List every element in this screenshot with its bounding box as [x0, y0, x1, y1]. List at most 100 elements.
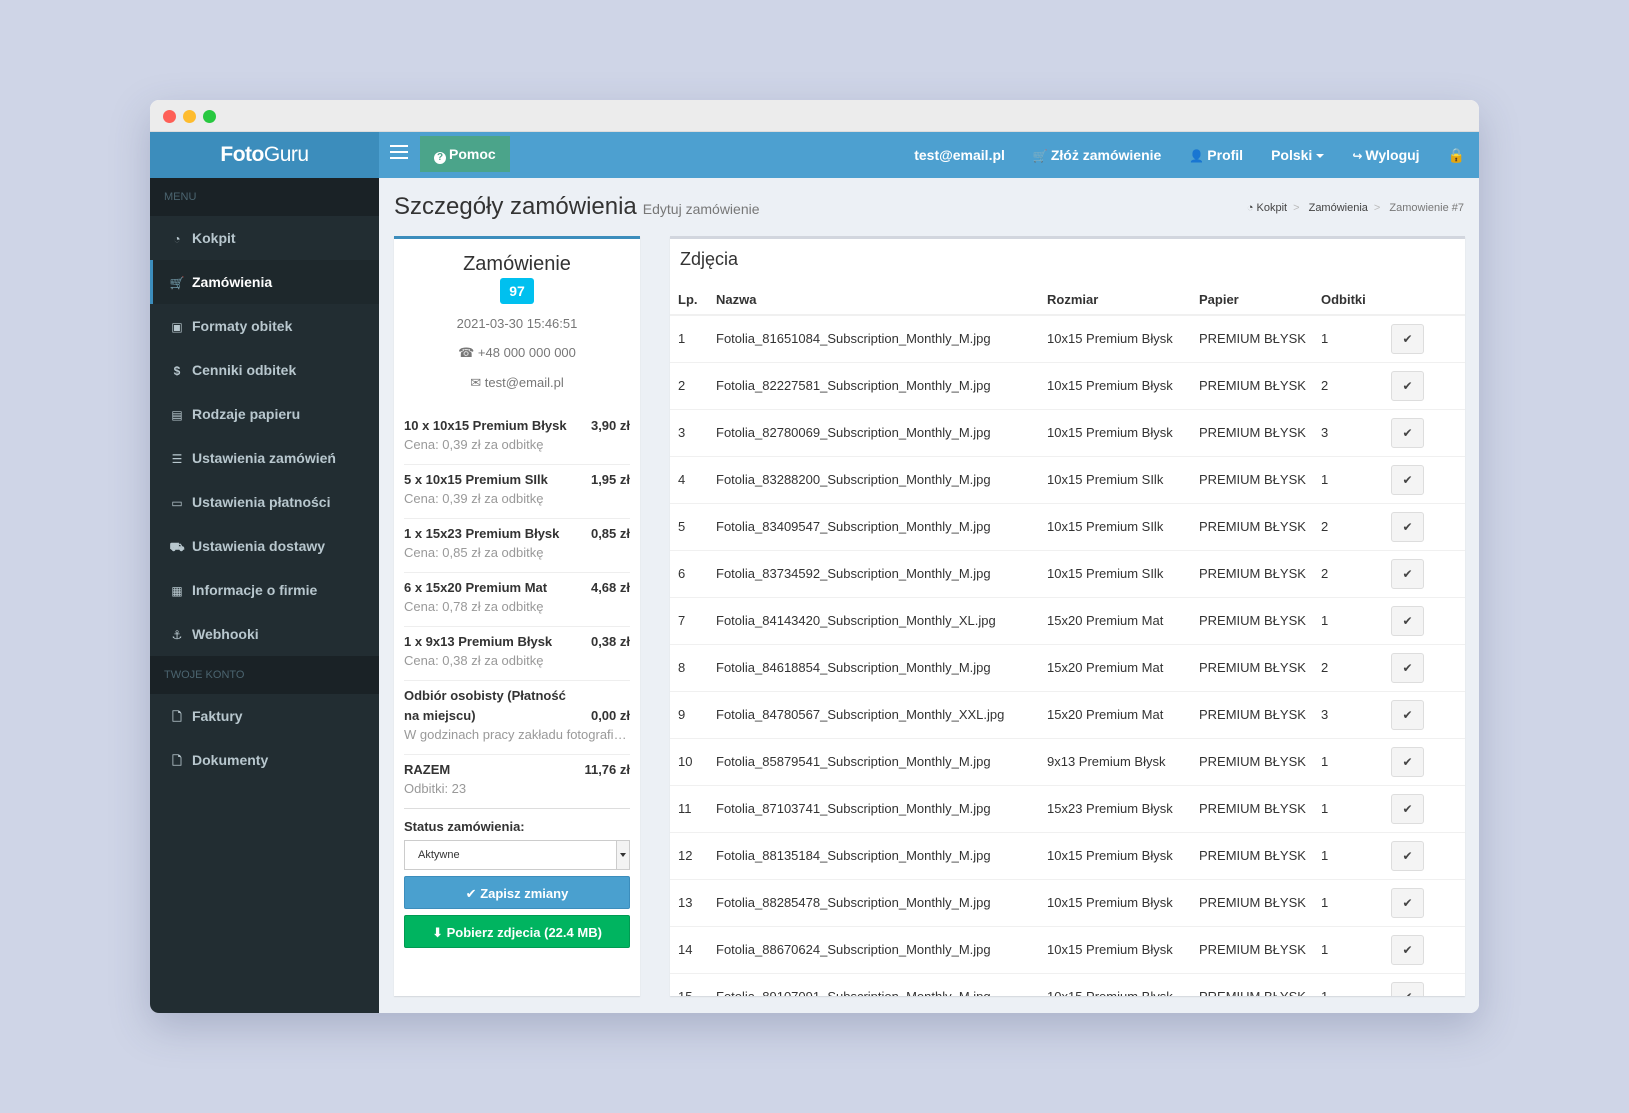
maximize-window-button[interactable] — [203, 110, 216, 123]
page-title-text: Szczegóły zamówienia — [394, 193, 637, 220]
row-action-cell: ✔ — [1383, 503, 1465, 551]
file-icon: 🗋 — [172, 710, 182, 724]
language-dropdown[interactable]: Polski — [1257, 147, 1338, 163]
sidebar-item-ustawienia-zamowien[interactable]: ☰ Ustawienia zamówień — [150, 436, 379, 480]
sidebar-item-formaty[interactable]: ▣ Formaty obitek — [150, 304, 379, 348]
order-line: 1 x 9x13 Premium Błysk 0,38 zł Cena: 0,3… — [404, 627, 630, 681]
row-action-cell: ✔ — [1383, 832, 1465, 880]
image-file-icon: ▤ — [171, 408, 183, 422]
print-count: 1 — [1313, 456, 1383, 504]
order-line-price: 0,38 zł — [590, 634, 630, 649]
dashboard-icon: ◔ — [173, 232, 181, 246]
logout-link[interactable]: ↪ Wyloguj — [1338, 147, 1433, 163]
sidebar-item-dokumenty[interactable]: 🗋 Dokumenty — [150, 738, 379, 782]
file-name: Fotolia_88285478_Subscription_Monthly_M.… — [708, 879, 1039, 927]
sidebar-toggle-icon[interactable] — [390, 145, 408, 161]
file-name: Fotolia_87103741_Subscription_Monthly_M.… — [708, 785, 1039, 833]
print-size: 10x15 Premium Błysk — [1039, 879, 1191, 927]
help-label: Pomoc — [449, 146, 496, 162]
anchor-icon: ⚓ — [171, 628, 183, 642]
sliders-icon: ☰ — [171, 452, 183, 466]
row-action-cell: ✔ — [1383, 973, 1465, 996]
check-icon[interactable]: ✔ — [1391, 605, 1424, 636]
file-name: Fotolia_88135184_Subscription_Monthly_M.… — [708, 832, 1039, 880]
table-row: 1 Fotolia_81651084_Subscription_Monthly_M… — [670, 315, 1465, 363]
breadcrumb-zamowienia[interactable]: Zamówienia — [1309, 202, 1368, 214]
place-order-link[interactable]: 🛒 Złóż zamówienie — [1019, 147, 1175, 163]
check-icon[interactable]: ✔ — [1391, 887, 1424, 918]
order-line-unit-price: Cena: 0,85 zł za odbitkę — [404, 545, 544, 560]
print-count: 1 — [1313, 785, 1383, 833]
print-size: 9x13 Premium Błysk — [1039, 738, 1191, 786]
file-icon: 🗋 — [172, 754, 182, 768]
print-size: 10x15 Premium Błysk — [1039, 973, 1191, 996]
check-icon[interactable]: ✔ — [1391, 934, 1424, 965]
check-icon[interactable]: ✔ — [1391, 464, 1424, 495]
check-icon[interactable]: ✔ — [1391, 417, 1424, 448]
sidebar-item-zamowienia[interactable]: 🛒 Zamówienia — [150, 260, 379, 304]
file-name: Fotolia_88670624_Subscription_Monthly_M.… — [708, 926, 1039, 974]
paper-type: PREMIUM BŁYSK — [1191, 456, 1313, 504]
download-photos-button[interactable]: ⬇ Pobierz zdjecia (22.4 MB) — [404, 915, 630, 948]
sidebar-item-ustawienia-dostawy[interactable]: ⛟ Ustawienia dostawy — [150, 524, 379, 568]
minimize-window-button[interactable] — [183, 110, 196, 123]
check-icon[interactable]: ✔ — [1391, 511, 1424, 542]
check-icon[interactable]: ✔ — [1391, 370, 1424, 401]
picture-icon: ▣ — [171, 320, 183, 334]
breadcrumb-kokpit[interactable]: Kokpit — [1257, 202, 1288, 214]
check-icon[interactable]: ✔ — [1391, 558, 1424, 589]
brand-logo[interactable]: FotoGuru — [150, 132, 379, 178]
table-row: 3 Fotolia_82780069_Subscription_Monthly_M… — [670, 409, 1465, 457]
credit-card-icon: ▭ — [171, 496, 183, 510]
order-line: 1 x 15x23 Premium Błysk 0,85 zł Cena: 0,… — [404, 519, 630, 573]
sidebar-item-ustawienia-platnosci[interactable]: ▭ Ustawienia płatności — [150, 480, 379, 524]
top-nav-right: test@email.pl 🛒 Złóż zamówienie 👤 Profil P… — [900, 132, 1479, 178]
check-icon[interactable]: ✔ — [1391, 699, 1424, 730]
row-action-cell: ✔ — [1383, 362, 1465, 410]
total-line: RAZEM 11,76 zł Odbitki: 23 — [404, 755, 630, 809]
help-button[interactable]: ? Pomoc — [420, 136, 510, 172]
paper-type: PREMIUM BŁYSK — [1191, 832, 1313, 880]
status-select[interactable]: Aktywne — [404, 840, 630, 870]
print-count: 1 — [1313, 926, 1383, 974]
sidebar-item-faktury[interactable]: 🗋 Faktury — [150, 694, 379, 738]
print-count: 1 — [1313, 597, 1383, 645]
column-header-lp: Lp. — [670, 285, 708, 316]
check-icon[interactable]: ✔ — [1391, 981, 1424, 996]
status-label: Status zamówienia: — [404, 819, 525, 834]
sidebar-item-cenniki[interactable]: $ Cenniki odbitek — [150, 348, 379, 392]
check-icon[interactable]: ✔ — [1391, 793, 1424, 824]
row-number: 10 — [670, 738, 708, 786]
cart-icon: 🛒 — [169, 276, 185, 290]
profile-link[interactable]: 👤 Profil — [1175, 147, 1257, 163]
sidebar-item-webhooki[interactable]: ⚓ Webhooki — [150, 612, 379, 656]
check-icon[interactable]: ✔ — [1391, 652, 1424, 683]
lock-icon[interactable]: 🔒 — [1434, 147, 1479, 164]
check-icon[interactable]: ✔ — [1391, 840, 1424, 871]
app: FotoGuru ? Pomoc test@email.pl 🛒 Złóż zamó… — [150, 132, 1479, 1013]
print-size: 10x15 Premium Błysk — [1039, 315, 1191, 363]
close-window-button[interactable] — [163, 110, 176, 123]
column-header-paper: Papier — [1191, 285, 1313, 316]
check-icon[interactable]: ✔ — [1391, 323, 1424, 354]
browser-window: FotoGuru ? Pomoc test@email.pl 🛒 Złóż zamó… — [150, 100, 1479, 1013]
sidebar-item-papier[interactable]: ▤ Rodzaje papieru — [150, 392, 379, 436]
sidebar-account-header: TWOJE KONTO — [150, 656, 379, 694]
page-subtitle: Edytuj zamówienie — [642, 201, 760, 217]
user-email-link[interactable]: test@email.pl — [900, 147, 1019, 163]
sidebar-item-kokpit[interactable]: ◔ Kokpit — [150, 216, 379, 260]
save-changes-label: Zapisz zmiany — [480, 886, 569, 901]
file-name: Fotolia_83734592_Subscription_Monthly_M.… — [708, 550, 1039, 598]
row-action-cell: ✔ — [1383, 456, 1465, 504]
print-size: 10x15 Premium Błysk — [1039, 832, 1191, 880]
print-size: 10x15 Premium Błysk — [1039, 362, 1191, 410]
row-number: 8 — [670, 644, 708, 692]
photos-table-body: 1 Fotolia_81651084_Subscription_Monthly_M… — [670, 315, 1465, 996]
truck-icon: ⛟ — [169, 540, 185, 554]
check-icon[interactable]: ✔ — [1391, 746, 1424, 777]
order-phone: ☎ +48 000 000 000 — [394, 345, 640, 361]
print-count: 1 — [1313, 879, 1383, 927]
sidebar-item-informacje[interactable]: ▦ Informacje o firmie — [150, 568, 379, 612]
row-number: 6 — [670, 550, 708, 598]
save-changes-button[interactable]: ✔ Zapisz zmiany — [404, 876, 630, 909]
